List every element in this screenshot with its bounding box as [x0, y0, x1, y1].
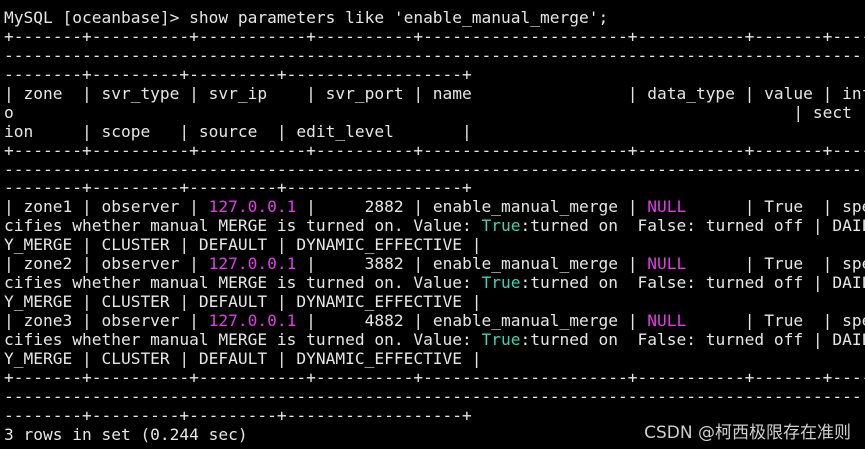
terminal-text: | 3882 | enable_manual_merge |: [296, 254, 648, 274]
terminal-text: ----------------------------------------…: [4, 386, 862, 406]
highlighted-text: NULL: [647, 197, 687, 217]
terminal-text: MySQL [oceanbase]> show parameters like …: [4, 8, 609, 27]
terminal-line: +-------+----------+-----------+--------…: [4, 367, 865, 388]
highlighted-text: 127.0.0.1: [208, 254, 297, 274]
terminal-text: cifies whether manual MERGE is turned on…: [4, 216, 482, 236]
terminal-text: :turned on False: turned off | DAIL: [520, 273, 865, 293]
watermark: CSDN @柯西极限存在准则: [644, 423, 851, 443]
terminal-text: | zone2 | observer |: [4, 254, 209, 274]
terminal-text: o | sect: [4, 102, 852, 122]
highlighted-text: True: [481, 216, 521, 236]
terminal-text: | 2882 | enable_manual_merge |: [296, 197, 648, 217]
terminal-line: | zone3 | observer | 127.0.0.1 | 4882 | …: [4, 311, 865, 331]
terminal-text: --------+---------+---------+-----------…: [4, 178, 472, 198]
highlighted-text: 127.0.0.1: [208, 311, 297, 330]
terminal-line: | zone | svr_type | svr_ip | svr_port | …: [4, 83, 865, 104]
terminal-line: | zone1 | observer | 127.0.0.1 | 2882 | …: [4, 197, 865, 217]
terminal-text: +-------+----------+-----------+--------…: [4, 26, 865, 46]
terminal-text: Y_MERGE | CLUSTER | DEFAULT | DYNAMIC_EF…: [4, 235, 482, 255]
terminal-text: cifies whether manual MERGE is turned on…: [4, 329, 482, 349]
terminal-text: ----------------------------------------…: [4, 45, 862, 65]
terminal-text: | True | spe: [686, 311, 865, 330]
terminal-line: ----------------------------------------…: [4, 45, 865, 66]
terminal-text: --------+---------+---------+-----------…: [4, 64, 472, 84]
terminal-text: Y_MERGE | CLUSTER | DEFAULT | DYNAMIC_EF…: [4, 348, 482, 368]
terminal-line: ----------------------------------------…: [4, 386, 865, 407]
terminal-text: 3 rows in set (0.244 sec): [4, 424, 248, 444]
terminal-text: ion | scope | source | edit_level |: [4, 121, 472, 141]
terminal-output: MySQL [oceanbase]> show parameters like …: [0, 0, 865, 449]
terminal-line: Y_MERGE | CLUSTER | DEFAULT | DYNAMIC_EF…: [4, 292, 865, 312]
terminal-text: | True | spe: [686, 254, 865, 274]
terminal-text: --------+---------+---------+-----------…: [4, 405, 472, 425]
terminal-text: :turned on False: turned off | DAIL: [520, 329, 865, 349]
terminal-line: ----------------------------------------…: [4, 159, 865, 180]
terminal-line: +-------+----------+-----------+--------…: [4, 26, 865, 47]
terminal-line: +-------+----------+-----------+--------…: [4, 140, 865, 161]
terminal-line: MySQL [oceanbase]> show parameters like …: [4, 8, 865, 28]
terminal-text: | 4882 | enable_manual_merge |: [296, 311, 648, 330]
terminal-line: --------+---------+---------+-----------…: [4, 178, 865, 198]
terminal-text: | zone3 | observer |: [4, 311, 209, 330]
highlighted-text: NULL: [647, 254, 687, 274]
terminal-text: +-------+----------+-----------+--------…: [4, 140, 865, 160]
highlighted-text: True: [481, 329, 521, 349]
highlighted-text: 127.0.0.1: [208, 197, 297, 217]
terminal-line: --------+---------+---------+-----------…: [4, 64, 865, 85]
terminal-text: ----------------------------------------…: [4, 159, 862, 179]
terminal-text: cifies whether manual MERGE is turned on…: [4, 273, 482, 293]
terminal-line: ion | scope | source | edit_level |: [4, 121, 865, 142]
terminal-line: Y_MERGE | CLUSTER | DEFAULT | DYNAMIC_EF…: [4, 235, 865, 255]
terminal-text: +-------+----------+-----------+--------…: [4, 367, 865, 387]
terminal-line: o | sect: [4, 102, 865, 123]
terminal-text: Y_MERGE | CLUSTER | DEFAULT | DYNAMIC_EF…: [4, 292, 482, 312]
terminal-line: Y_MERGE | CLUSTER | DEFAULT | DYNAMIC_EF…: [4, 348, 865, 369]
terminal-line: cifies whether manual MERGE is turned on…: [4, 216, 865, 236]
terminal-line: cifies whether manual MERGE is turned on…: [4, 329, 865, 350]
terminal-text: :turned on False: turned off | DAIL: [520, 216, 865, 236]
highlighted-text: NULL: [647, 311, 687, 330]
terminal-line: cifies whether manual MERGE is turned on…: [4, 273, 865, 293]
terminal-line: | zone2 | observer | 127.0.0.1 | 3882 | …: [4, 254, 865, 274]
terminal-text: | zone1 | observer |: [4, 197, 209, 217]
terminal-text: | True | spe: [686, 197, 865, 217]
terminal-text: | zone | svr_type | svr_ip | svr_port | …: [4, 83, 865, 103]
highlighted-text: True: [481, 273, 521, 293]
